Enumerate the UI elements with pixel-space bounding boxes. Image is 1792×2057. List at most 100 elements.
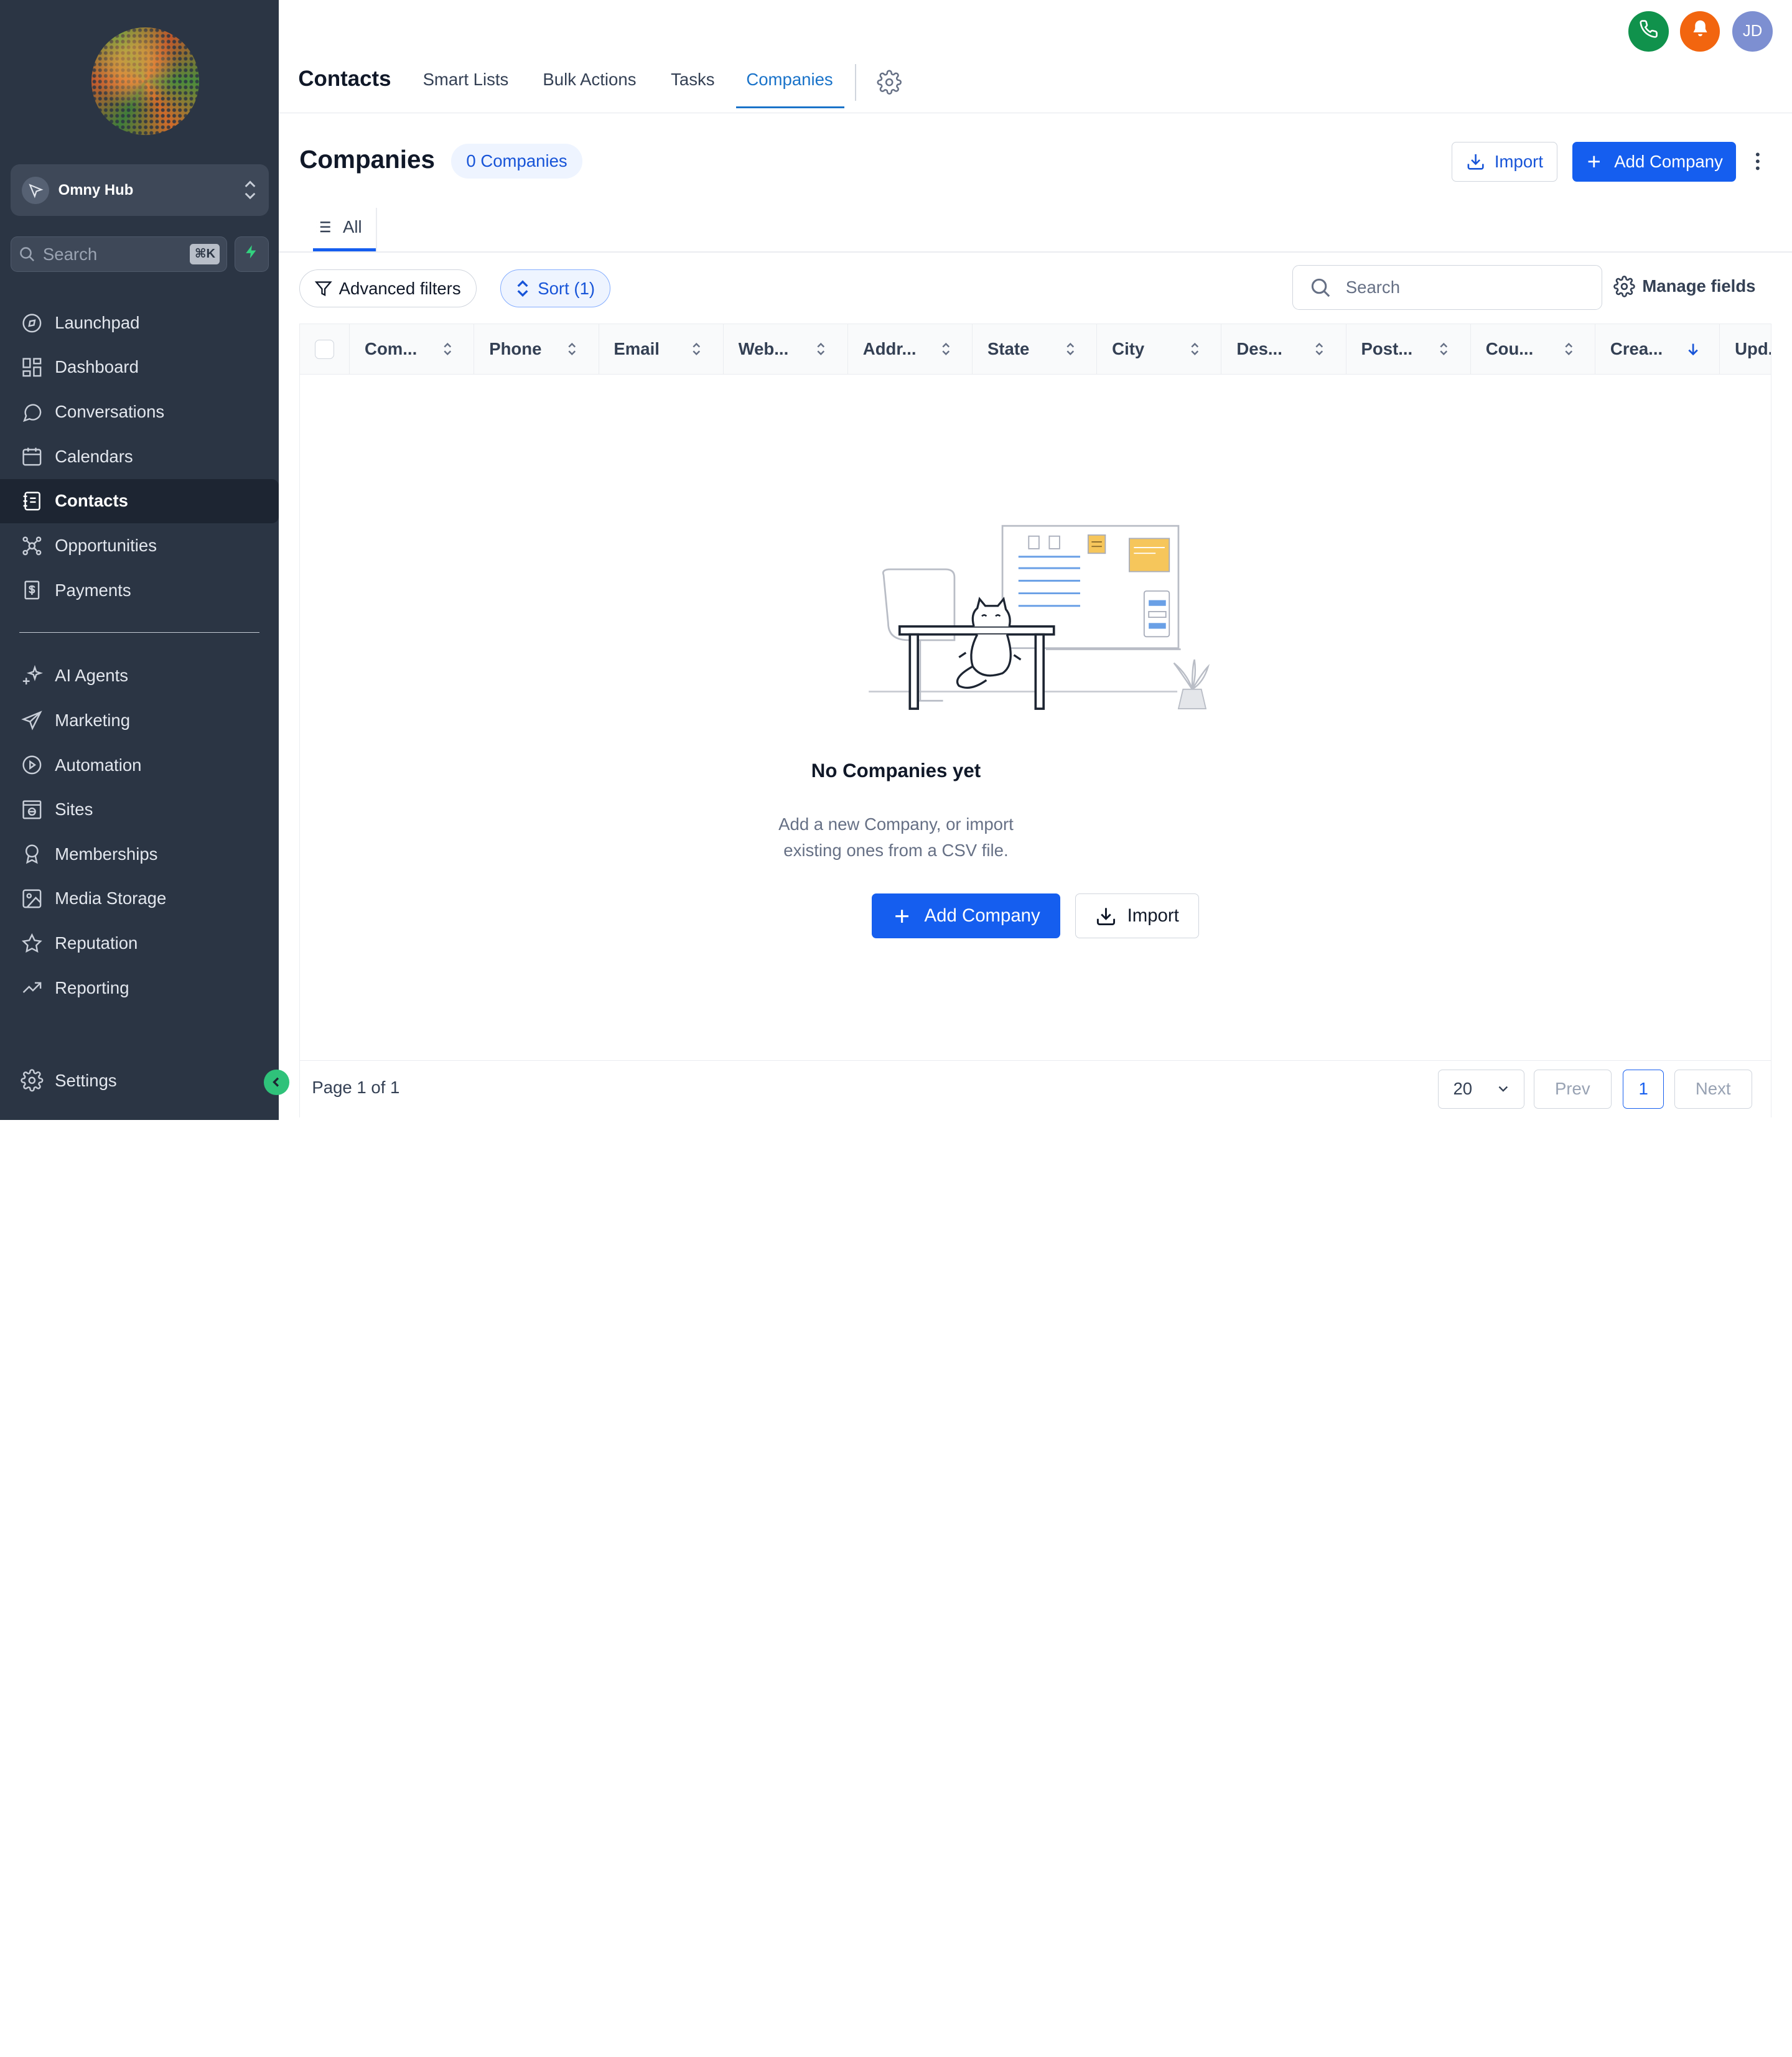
sidebar-item-settings[interactable]: Settings [0, 1058, 279, 1103]
tab-settings-gear-icon[interactable] [877, 70, 902, 100]
collapse-sidebar-button[interactable] [264, 1070, 289, 1095]
notifications-button[interactable] [1679, 11, 1720, 52]
send-icon [21, 709, 44, 732]
empty-import-button[interactable]: Import [1075, 893, 1199, 938]
account-name: Omny Hub [58, 181, 134, 198]
sidebar-search[interactable]: Search ⌘K [10, 236, 228, 273]
next-page-button[interactable]: Next [1674, 1070, 1752, 1109]
sidebar-item-label: Conversations [55, 402, 165, 422]
tab-companies[interactable]: Companies [746, 70, 833, 90]
dashboard-icon [21, 356, 44, 379]
sidebar-item-opportunities[interactable]: Opportunities [0, 523, 279, 568]
column-label: Upd... [1735, 339, 1771, 359]
sidebar: Omny Hub Search ⌘K Launchpad Dashboard C… [0, 0, 279, 1120]
select-all-checkbox[interactable] [300, 324, 349, 375]
section-title: Contacts [298, 66, 391, 91]
gear-icon [1613, 275, 1636, 297]
sidebar-item-label: Opportunities [55, 535, 157, 555]
sidebar-item-reputation[interactable]: Reputation [0, 921, 279, 966]
sidebar-item-label: Reporting [55, 977, 129, 997]
per-page-value: 20 [1453, 1079, 1473, 1099]
advanced-filters-button[interactable]: Advanced filters [299, 269, 477, 308]
logo [91, 27, 199, 135]
import-button[interactable]: Import [1451, 141, 1558, 182]
list-icon [314, 218, 332, 236]
sort-updown-icon [813, 342, 829, 357]
empty-add-company-button[interactable]: Add Company [872, 893, 1061, 938]
sidebar-item-label: Marketing [55, 710, 131, 730]
column-label: Addr... [862, 339, 917, 359]
column-label: Cou... [1485, 339, 1534, 359]
column-header-company[interactable]: Com... [349, 324, 474, 375]
sidebar-item-label: Reputation [55, 933, 138, 953]
column-label: Com... [365, 339, 418, 359]
empty-state-title: No Companies yet [811, 760, 981, 782]
phone-button[interactable] [1628, 11, 1669, 52]
column-header-description[interactable]: Des... [1221, 324, 1345, 375]
star-icon [21, 932, 44, 955]
top-bar: Contacts Smart Lists Bulk Actions Tasks … [279, 0, 1792, 113]
sidebar-search-placeholder: Search [42, 244, 98, 264]
page-number-button[interactable]: 1 [1623, 1070, 1664, 1109]
column-header-created[interactable]: Crea... [1595, 324, 1719, 375]
column-header-updated[interactable]: Upd... [1719, 324, 1771, 375]
sidebar-item-marketing[interactable]: Marketing [0, 698, 279, 743]
column-header-address[interactable]: Addr... [847, 324, 972, 375]
column-header-state[interactable]: State [972, 324, 1096, 375]
image-icon [21, 887, 44, 910]
column-header-country[interactable]: Cou... [1470, 324, 1595, 375]
column-header-website[interactable]: Web... [722, 324, 847, 375]
trend-icon [21, 976, 44, 999]
download-icon [1095, 905, 1117, 927]
sort-updown-icon [1062, 342, 1078, 357]
tab-smart-lists[interactable]: Smart Lists [423, 70, 509, 90]
sidebar-bottom: Settings [0, 1058, 279, 1103]
sort-button[interactable]: Sort (1) [500, 269, 610, 308]
more-options-icon[interactable] [1750, 150, 1766, 178]
sort-label: Sort (1) [538, 278, 595, 298]
sidebar-item-contacts[interactable]: Contacts [0, 478, 279, 524]
sidebar-item-label: Media Storage [55, 889, 167, 908]
active-tab-indicator [735, 106, 845, 109]
column-header-phone[interactable]: Phone [474, 324, 598, 375]
column-header-postal-code[interactable]: Post... [1345, 324, 1470, 375]
phone-icon [1639, 19, 1658, 43]
user-avatar[interactable]: JD [1732, 11, 1773, 52]
sidebar-item-label: Payments [55, 580, 131, 600]
tab-tasks[interactable]: Tasks [671, 70, 714, 90]
bolt-icon [243, 243, 259, 266]
empty-import-label: Import [1127, 905, 1179, 926]
table-search-input[interactable]: Search [1292, 265, 1603, 310]
view-tab-all[interactable]: All [314, 217, 362, 237]
sidebar-item-ai-agents[interactable]: AI Agents [0, 654, 279, 699]
sidebar-item-launchpad[interactable]: Launchpad [0, 301, 279, 345]
prev-page-button[interactable]: Prev [1533, 1070, 1612, 1109]
column-label: State [987, 339, 1030, 359]
search-icon [1309, 276, 1332, 299]
view-tab-label: All [342, 217, 362, 236]
tab-bulk-actions[interactable]: Bulk Actions [543, 70, 636, 90]
manage-fields-label: Manage fields [1642, 276, 1756, 296]
account-switcher[interactable]: Omny Hub [10, 164, 269, 217]
column-header-email[interactable]: Email [598, 324, 723, 375]
column-header-city[interactable]: City [1096, 324, 1221, 375]
add-company-button[interactable]: Add Company [1572, 141, 1736, 182]
column-label: Phone [489, 339, 542, 359]
payments-icon [21, 579, 44, 602]
column-label: Email [614, 339, 660, 359]
per-page-select[interactable]: 20 [1437, 1070, 1525, 1109]
sidebar-item-media-storage[interactable]: Media Storage [0, 877, 279, 921]
sort-updown-icon [564, 342, 580, 357]
sidebar-nav: Launchpad Dashboard Conversations Calend… [0, 301, 279, 1010]
import-button-label: Import [1494, 151, 1543, 171]
sidebar-item-calendars[interactable]: Calendars [0, 434, 279, 479]
sort-updown-icon [689, 342, 705, 357]
sidebar-item-dashboard[interactable]: Dashboard [0, 345, 279, 390]
sidebar-item-conversations[interactable]: Conversations [0, 389, 279, 434]
plus-icon [1585, 153, 1603, 170]
contacts-icon [21, 490, 44, 513]
quick-actions-button[interactable] [234, 236, 269, 273]
manage-fields-button[interactable]: Manage fields [1613, 275, 1756, 297]
sidebar-item-reporting[interactable]: Reporting [0, 966, 279, 1010]
sidebar-item-payments[interactable]: Payments [0, 568, 279, 613]
